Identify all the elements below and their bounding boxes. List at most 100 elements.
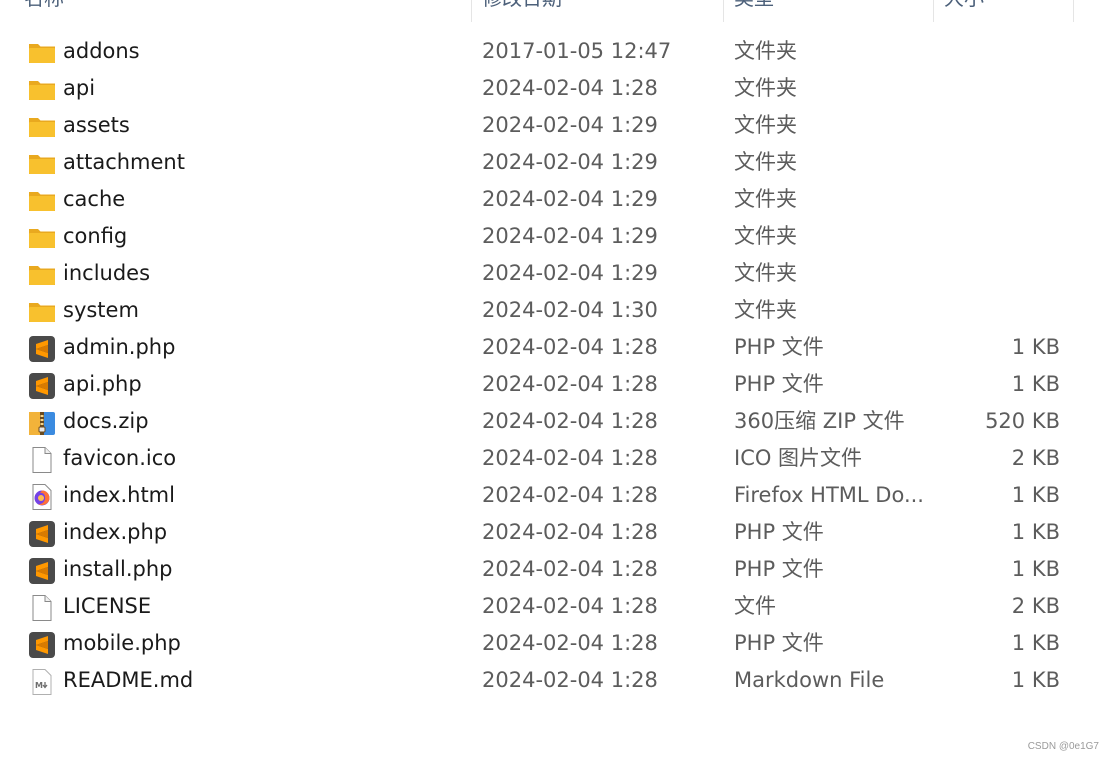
- watermark: CSDN @0e1G7: [1027, 741, 1099, 752]
- column-header-name[interactable]: 名称: [24, 0, 464, 22]
- file-modified-date: 2024-02-04 1:28: [482, 594, 658, 618]
- file-type: 文件夹: [734, 298, 797, 322]
- column-divider[interactable]: [1073, 0, 1074, 22]
- file-row-mobile-php[interactable]: mobile.php 2024-02-04 1:28 PHP 文件 1 KB: [0, 625, 1113, 662]
- file-modified-date: 2024-02-04 1:28: [482, 335, 658, 359]
- svg-text:M: M: [35, 681, 43, 690]
- file-modified-date: 2024-02-04 1:29: [482, 113, 658, 137]
- file-name: docs.zip: [63, 409, 149, 433]
- file-modified-date: 2024-02-04 1:28: [482, 409, 658, 433]
- file-name: config: [63, 224, 128, 248]
- file-type: 360压缩 ZIP 文件: [734, 409, 905, 433]
- file-row-admin-php[interactable]: admin.php 2024-02-04 1:28 PHP 文件 1 KB: [0, 329, 1113, 366]
- file-type: 文件夹: [734, 224, 797, 248]
- file-type: 文件夹: [734, 187, 797, 211]
- file-row-readme-md[interactable]: M README.md 2024-02-04 1:28 Markdown Fil…: [0, 662, 1113, 699]
- file-row-cache[interactable]: cache 2024-02-04 1:29 文件夹: [0, 181, 1113, 218]
- sublime-text-icon: [28, 557, 56, 585]
- file-modified-date: 2024-02-04 1:29: [482, 150, 658, 174]
- file-row-system[interactable]: system 2024-02-04 1:30 文件夹: [0, 292, 1113, 329]
- file-size: 2 KB: [1011, 594, 1060, 618]
- markdown-file-icon: M: [28, 668, 56, 696]
- file-row-attachment[interactable]: attachment 2024-02-04 1:29 文件夹: [0, 144, 1113, 181]
- sublime-text-icon: [28, 631, 56, 659]
- file-size: 1 KB: [1011, 335, 1060, 359]
- file-row-includes[interactable]: includes 2024-02-04 1:29 文件夹: [0, 255, 1113, 292]
- file-row-api-php[interactable]: api.php 2024-02-04 1:28 PHP 文件 1 KB: [0, 366, 1113, 403]
- blank-file-icon: [28, 446, 56, 474]
- column-header-size[interactable]: 大小: [944, 0, 1064, 22]
- file-row-assets[interactable]: assets 2024-02-04 1:29 文件夹: [0, 107, 1113, 144]
- column-divider[interactable]: [933, 0, 934, 22]
- file-name: mobile.php: [63, 631, 181, 655]
- file-size: 1 KB: [1011, 557, 1060, 581]
- file-list: addons 2017-01-05 12:47 文件夹 api 2024-02-…: [0, 33, 1113, 699]
- column-divider[interactable]: [471, 0, 472, 22]
- file-modified-date: 2024-02-04 1:28: [482, 520, 658, 544]
- file-row-addons[interactable]: addons 2017-01-05 12:47 文件夹: [0, 33, 1113, 70]
- folder-icon: [28, 76, 56, 104]
- file-modified-date: 2024-02-04 1:29: [482, 187, 658, 211]
- file-row-index-html[interactable]: index.html 2024-02-04 1:28 Firefox HTML …: [0, 477, 1113, 514]
- file-row-api[interactable]: api 2024-02-04 1:28 文件夹: [0, 70, 1113, 107]
- file-modified-date: 2024-02-04 1:29: [482, 261, 658, 285]
- blank-file-icon: [28, 594, 56, 622]
- sublime-text-icon: [28, 520, 56, 548]
- file-modified-date: 2024-02-04 1:28: [482, 557, 658, 581]
- file-name: api: [63, 76, 96, 100]
- folder-icon: [28, 298, 56, 326]
- file-row-license[interactable]: LICENSE 2024-02-04 1:28 文件 2 KB: [0, 588, 1113, 625]
- file-name: assets: [63, 113, 130, 137]
- file-row-favicon-ico[interactable]: favicon.ico 2024-02-04 1:28 ICO 图片文件 2 K…: [0, 440, 1113, 477]
- file-modified-date: 2024-02-04 1:28: [482, 372, 658, 396]
- column-header-date[interactable]: 修改日期: [482, 0, 717, 22]
- folder-icon: [28, 113, 56, 141]
- file-modified-date: 2017-01-05 12:47: [482, 39, 672, 63]
- file-name: admin.php: [63, 335, 176, 359]
- file-size: 1 KB: [1011, 520, 1060, 544]
- file-name: cache: [63, 187, 126, 211]
- file-size: 1 KB: [1011, 668, 1060, 692]
- file-type: 文件夹: [734, 261, 797, 285]
- file-size: 1 KB: [1011, 483, 1060, 507]
- file-row-docs-zip[interactable]: docs.zip 2024-02-04 1:28 360压缩 ZIP 文件 52…: [0, 403, 1113, 440]
- file-modified-date: 2024-02-04 1:30: [482, 298, 658, 322]
- file-name: index.html: [63, 483, 175, 507]
- sublime-text-icon: [28, 335, 56, 363]
- file-name: includes: [63, 261, 151, 285]
- file-modified-date: 2024-02-04 1:29: [482, 224, 658, 248]
- file-modified-date: 2024-02-04 1:28: [482, 631, 658, 655]
- folder-icon: [28, 224, 56, 252]
- file-row-install-php[interactable]: install.php 2024-02-04 1:28 PHP 文件 1 KB: [0, 551, 1113, 588]
- column-header-bar: 名称 修改日期 类型 大小: [0, 0, 1113, 22]
- column-header-type[interactable]: 类型: [734, 0, 924, 22]
- file-type: PHP 文件: [734, 520, 824, 544]
- zip-archive-icon: [28, 409, 56, 437]
- file-name: api.php: [63, 372, 142, 396]
- file-size: 2 KB: [1011, 446, 1060, 470]
- file-name: addons: [63, 39, 140, 63]
- file-type: PHP 文件: [734, 631, 824, 655]
- folder-icon: [28, 39, 56, 67]
- folder-icon: [28, 150, 56, 178]
- file-type: 文件夹: [734, 39, 797, 63]
- file-modified-date: 2024-02-04 1:28: [482, 668, 658, 692]
- file-type: 文件夹: [734, 113, 797, 137]
- file-row-index-php[interactable]: index.php 2024-02-04 1:28 PHP 文件 1 KB: [0, 514, 1113, 551]
- column-divider[interactable]: [723, 0, 724, 22]
- file-size: 1 KB: [1011, 372, 1060, 396]
- file-row-config[interactable]: config 2024-02-04 1:29 文件夹: [0, 218, 1113, 255]
- file-type: PHP 文件: [734, 372, 824, 396]
- file-type: ICO 图片文件: [734, 446, 863, 470]
- file-modified-date: 2024-02-04 1:28: [482, 446, 658, 470]
- file-name: favicon.ico: [63, 446, 177, 470]
- file-type: 文件夹: [734, 76, 797, 100]
- file-name: README.md: [63, 668, 194, 692]
- file-name: attachment: [63, 150, 185, 174]
- file-type: 文件夹: [734, 150, 797, 174]
- file-name: install.php: [63, 557, 173, 581]
- folder-icon: [28, 261, 56, 289]
- file-type: PHP 文件: [734, 557, 824, 581]
- file-modified-date: 2024-02-04 1:28: [482, 76, 658, 100]
- file-type: 文件: [734, 594, 776, 618]
